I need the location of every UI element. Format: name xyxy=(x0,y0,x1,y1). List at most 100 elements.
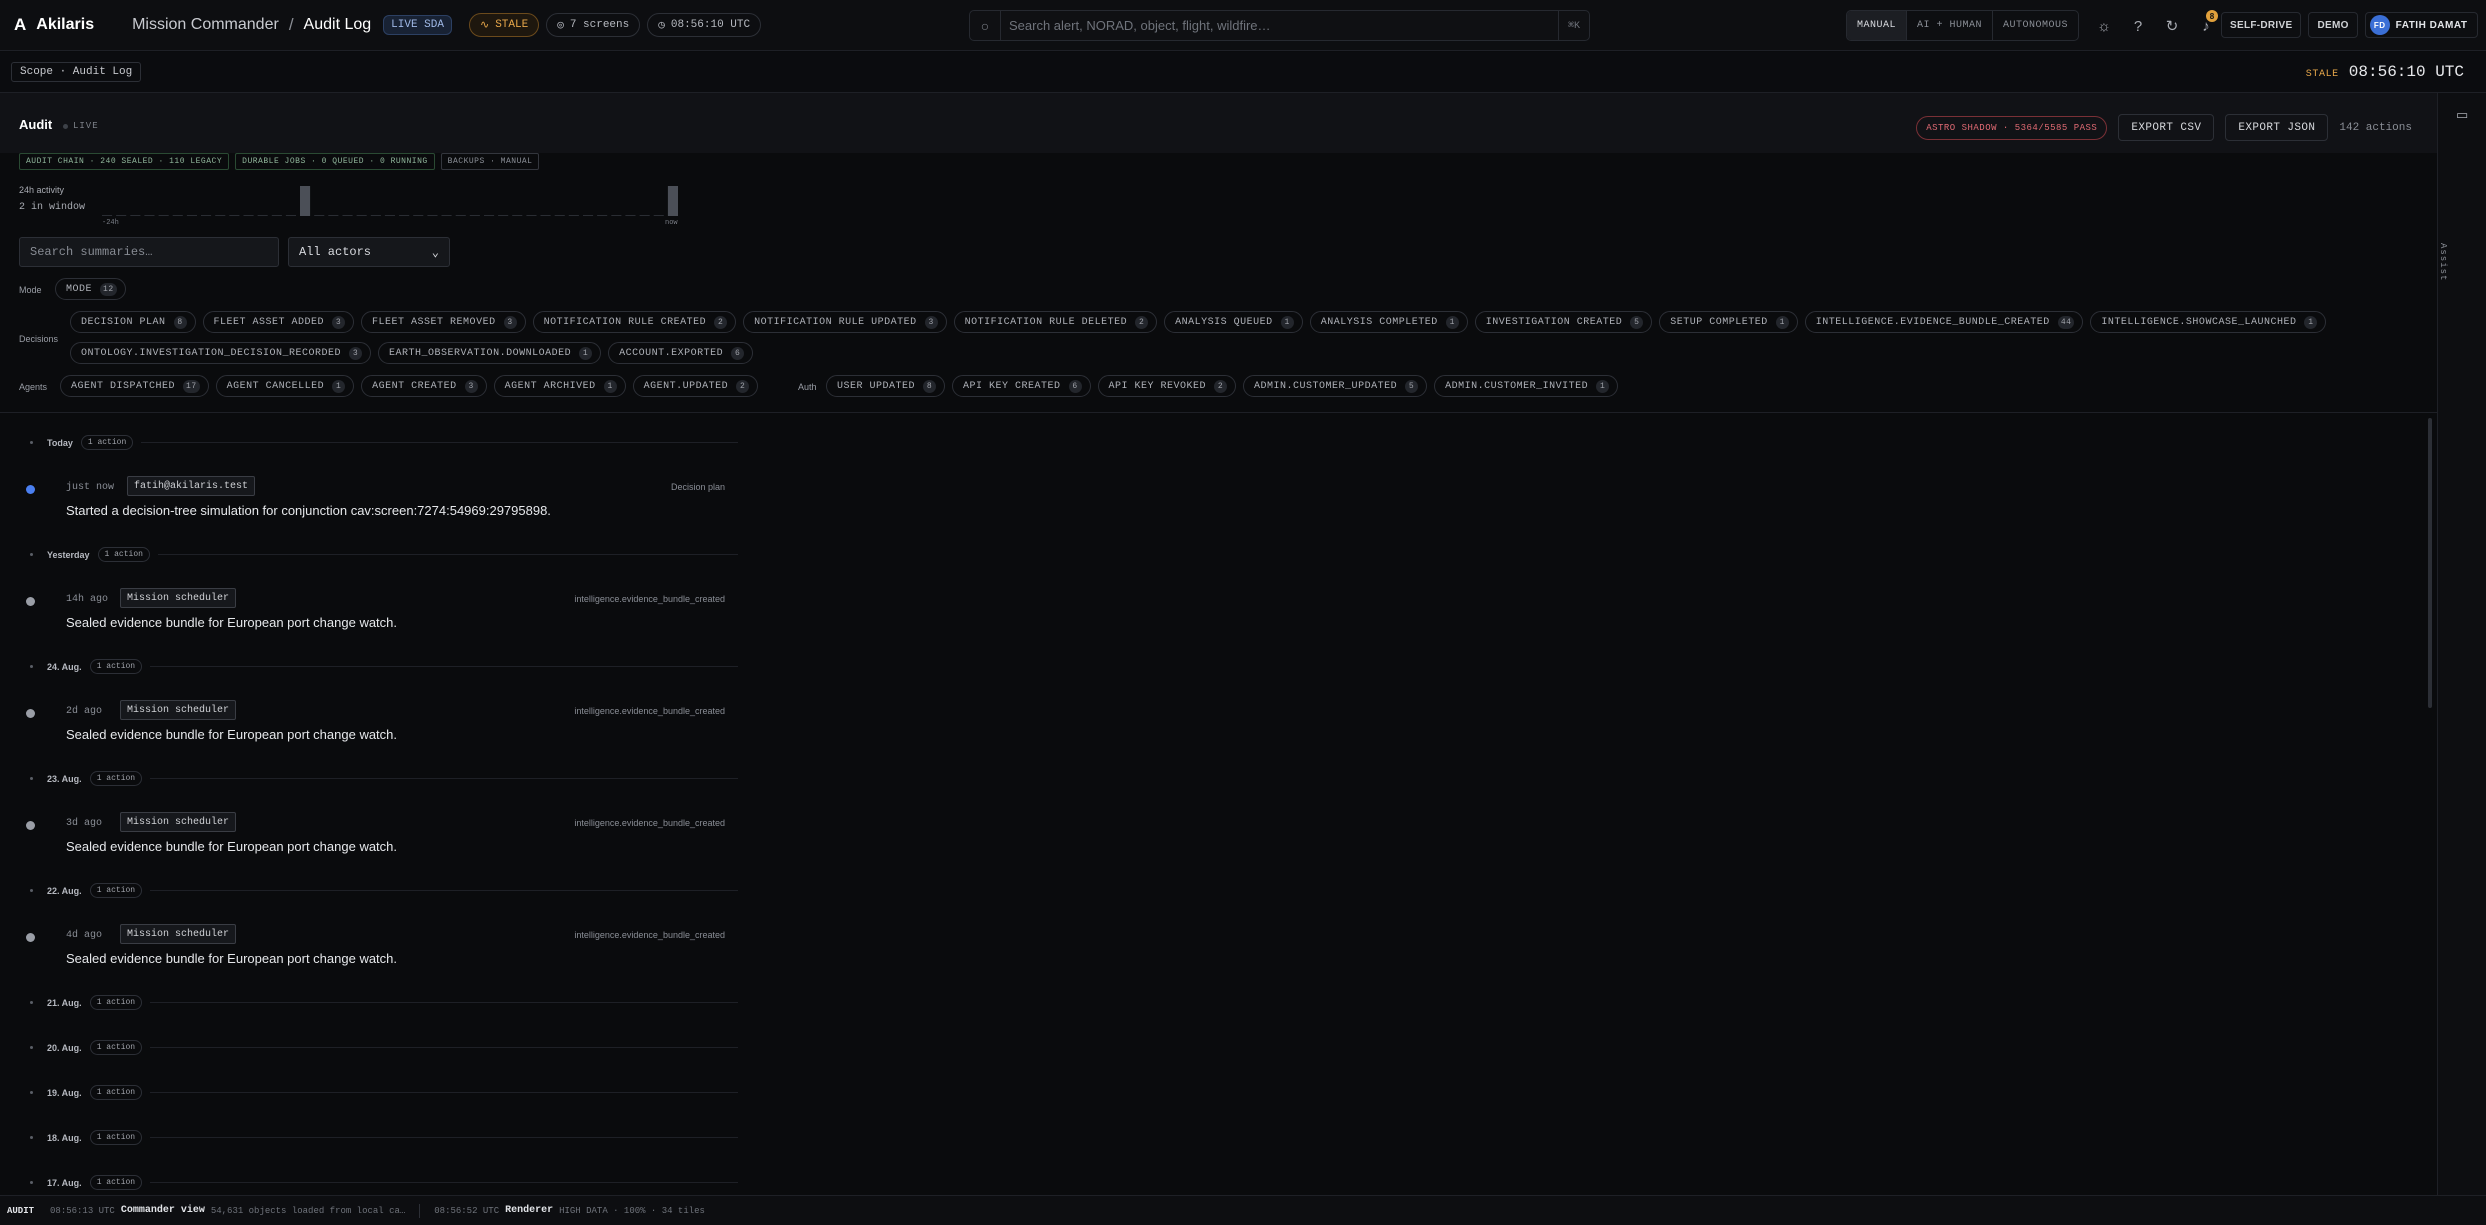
screens-label: 7 screens xyxy=(569,19,630,31)
bell-icon[interactable]: ♪ 8 xyxy=(2192,10,2220,40)
day-action-count: 1 action xyxy=(89,1085,143,1100)
scope-bar: Scope · Audit Log STALE 08:56:10 UTC xyxy=(0,52,2486,93)
filter-tag[interactable]: ADMIN.CUSTOMER_UPDATED 5 xyxy=(1243,375,1428,397)
filter-tag[interactable]: AGENT.UPDATED 2 xyxy=(632,375,759,397)
clock-pill[interactable]: ◷ 08:56:10 UTC xyxy=(647,13,762,37)
filter-tag-count: 3 xyxy=(503,315,517,329)
mode-manual[interactable]: MANUAL xyxy=(1847,11,1908,40)
agents-group-label: Agents xyxy=(19,382,48,392)
activity-bar xyxy=(441,215,452,216)
live-dot-icon xyxy=(63,123,68,129)
audit-timeline[interactable]: Today 1 action just now fatih@akilaris.test… xyxy=(0,413,2420,1195)
filter-tag[interactable]: ONTOLOGY.INVESTIGATION_DECISION_RECORDED… xyxy=(70,342,372,364)
entry-actor[interactable]: Mission scheduler xyxy=(120,812,237,832)
filter-tag-count: 1 xyxy=(1596,379,1610,393)
mode-ai-human[interactable]: AI + HUMAN xyxy=(1907,11,1994,40)
filter-tag-label: AGENT ARCHIVED xyxy=(504,380,596,392)
filter-tag-label: ANALYSIS COMPLETED xyxy=(1320,316,1438,328)
user-menu[interactable]: FD FATIH DAMAT xyxy=(2364,12,2479,38)
filter-tag[interactable]: ADMIN.CUSTOMER_INVITED 1 xyxy=(1434,375,1619,397)
filter-tag-count: 3 xyxy=(464,379,478,393)
filter-tag-label: USER UPDATED xyxy=(837,380,916,392)
filter-tag[interactable]: USER UPDATED 8 xyxy=(826,375,946,397)
filter-tag[interactable]: AGENT DISPATCHED 17 xyxy=(60,375,209,397)
activity-bar xyxy=(384,215,395,216)
filter-tag[interactable]: API KEY CREATED 6 xyxy=(952,375,1091,397)
activity-bar xyxy=(540,215,551,216)
filter-tag[interactable]: INVESTIGATION CREATED 5 xyxy=(1474,311,1653,333)
day-rule xyxy=(150,890,738,891)
astro-shadow-badge[interactable]: ASTRO SHADOW · 5364/5585 PASS xyxy=(1916,115,2108,140)
live-indicator: LIVE xyxy=(63,121,99,131)
stale-status-pill[interactable]: ∿ STALE xyxy=(468,13,540,37)
status-view-1: Commander view xyxy=(120,1205,205,1216)
filter-tag[interactable]: NOTIFICATION RULE DELETED 2 xyxy=(953,311,1158,333)
notification-count: 8 xyxy=(2206,10,2218,22)
global-search[interactable]: ○ Search alert, NORAD, object, flight, w… xyxy=(969,10,1590,41)
filter-tag[interactable]: MODE 12 xyxy=(55,278,126,300)
day-action-count: 1 action xyxy=(89,883,143,898)
filter-tag-count: 1 xyxy=(2304,315,2318,329)
chat-icon[interactable]: ▭ xyxy=(2456,107,2468,123)
activity-bar xyxy=(526,215,537,216)
help-icon[interactable]: ? xyxy=(2124,12,2152,40)
activity-bar xyxy=(639,215,650,216)
search-input[interactable]: Search alert, NORAD, object, flight, wil… xyxy=(1000,11,1559,40)
filter-tag[interactable]: DECISION PLAN 8 xyxy=(70,311,196,333)
actor-select[interactable]: All actors ⌄ xyxy=(288,237,450,267)
filter-tag-label: API KEY CREATED xyxy=(963,380,1061,392)
day-action-count: 1 action xyxy=(89,995,143,1010)
filter-tag[interactable]: API KEY REVOKED 2 xyxy=(1097,375,1237,397)
filter-tag[interactable]: INTELLIGENCE.EVIDENCE_BUNDLE_CREATED 44 xyxy=(1804,311,2084,333)
day-header: 18. Aug. 1 action xyxy=(30,1130,738,1145)
scope-chip[interactable]: Scope · Audit Log xyxy=(11,62,142,82)
filter-tag[interactable]: ANALYSIS QUEUED 1 xyxy=(1164,311,1303,333)
filter-tag[interactable]: ANALYSIS COMPLETED 1 xyxy=(1309,311,1468,333)
export-csv-button[interactable]: EXPORT CSV xyxy=(2118,114,2215,141)
filter-tag[interactable]: INTELLIGENCE.SHOWCASE_LAUNCHED 1 xyxy=(2090,311,2327,333)
app-logo[interactable]: A Akilaris xyxy=(14,15,94,35)
filter-tag[interactable]: FLEET ASSET REMOVED 3 xyxy=(361,311,526,333)
action-count: 142 actions xyxy=(2339,121,2412,134)
activity-start-label: -24h xyxy=(102,219,119,226)
assist-rail-label[interactable]: Assist xyxy=(2438,243,2448,281)
self-drive-button[interactable]: SELF-DRIVE xyxy=(2221,12,2302,38)
filter-tag[interactable]: NOTIFICATION RULE CREATED 2 xyxy=(532,311,737,333)
filter-tag-count: 1 xyxy=(579,346,593,360)
breadcrumb-separator: / xyxy=(288,15,294,34)
entry-actor[interactable]: Mission scheduler xyxy=(120,588,237,608)
demo-button[interactable]: DEMO xyxy=(2308,12,2358,38)
day-rule xyxy=(157,554,738,555)
filter-tag[interactable]: SETUP COMPLETED 1 xyxy=(1659,311,1798,333)
filter-tag[interactable]: AGENT CANCELLED 1 xyxy=(215,375,355,397)
filter-tag-label: INTELLIGENCE.SHOWCASE_LAUNCHED xyxy=(2101,316,2297,328)
filter-tag[interactable]: EARTH_OBSERVATION.DOWNLOADED 1 xyxy=(378,342,602,364)
status-time-1: 08:56:13 UTC xyxy=(50,1205,115,1216)
activity-bar xyxy=(285,215,296,216)
summary-search-input[interactable]: Search summaries… xyxy=(19,237,279,267)
filter-tag[interactable]: AGENT CREATED 3 xyxy=(361,375,487,397)
activity-bar xyxy=(130,215,141,216)
export-json-button[interactable]: EXPORT JSON xyxy=(2225,114,2329,141)
mode-autonomous[interactable]: AUTONOMOUS xyxy=(1993,11,2078,40)
entry-kind: intelligence.evidence_bundle_created xyxy=(574,594,725,604)
theme-toggle-icon[interactable]: ☼ xyxy=(2090,12,2118,40)
filter-tag-label: ONTOLOGY.INVESTIGATION_DECISION_RECORDED xyxy=(81,347,342,359)
filter-tag-count: 17 xyxy=(183,379,200,393)
day-rule xyxy=(150,1092,738,1093)
refresh-icon[interactable]: ↻ xyxy=(2158,12,2186,40)
status-bar: AUDIT 08:56:13 UTC Commander view 54,631… xyxy=(0,1195,2486,1225)
screens-pill[interactable]: ◎ 7 screens xyxy=(546,13,641,37)
filter-tag[interactable]: NOTIFICATION RULE UPDATED 3 xyxy=(743,311,947,333)
entry-actor[interactable]: Mission scheduler xyxy=(120,924,237,944)
filter-tag[interactable]: FLEET ASSET ADDED 3 xyxy=(202,311,355,333)
breadcrumb-parent[interactable]: Mission Commander xyxy=(132,16,279,34)
filter-tag-label: DECISION PLAN xyxy=(81,316,166,328)
filter-tag[interactable]: AGENT ARCHIVED 1 xyxy=(493,375,626,397)
filter-tag[interactable]: ACCOUNT.EXPORTED 6 xyxy=(608,342,754,364)
timeline-scrollbar[interactable] xyxy=(2428,418,2432,708)
activity-bar xyxy=(201,215,212,216)
entry-actor[interactable]: fatih@akilaris.test xyxy=(127,476,256,496)
activity-bar xyxy=(455,215,466,216)
entry-actor[interactable]: Mission scheduler xyxy=(120,700,237,720)
